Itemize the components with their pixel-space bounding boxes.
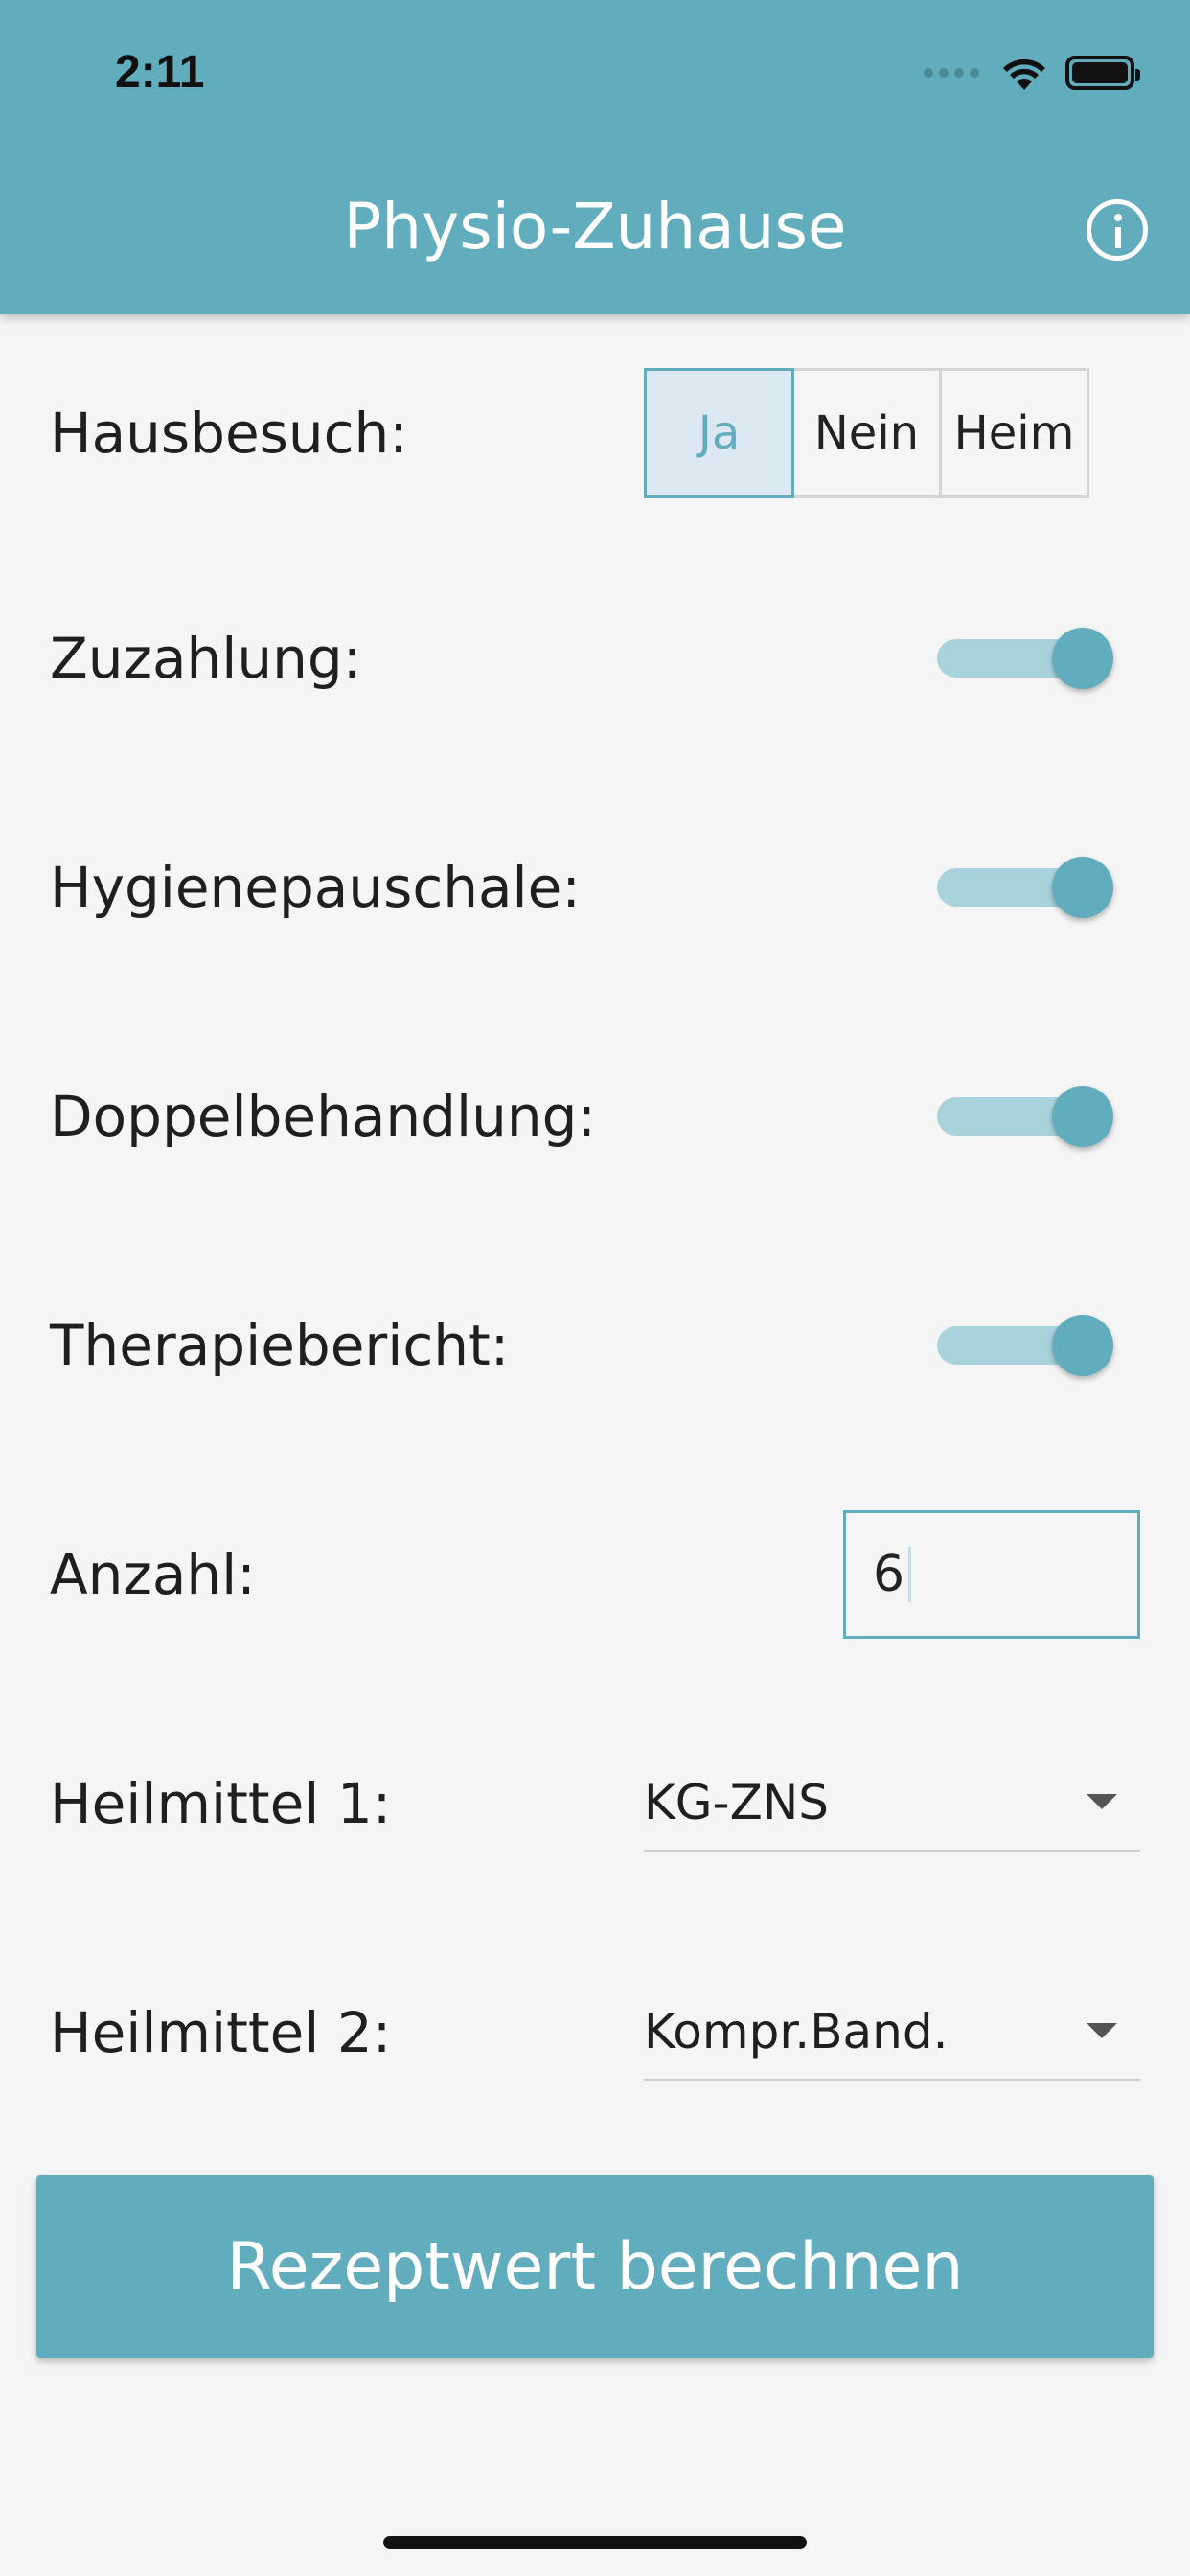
wifi-icon (1003, 58, 1045, 90)
hygienepauschale-row: Hygienepauschale: (0, 820, 1190, 954)
calculate-button[interactable]: Rezeptwert berechnen (36, 2175, 1154, 2358)
doppelbehandlung-row: Doppelbehandlung: (0, 1049, 1190, 1184)
anzahl-label: Anzahl: (50, 1542, 256, 1607)
hausbesuch-segmented-control: Ja Nein Heim (644, 368, 1089, 498)
therapiebericht-label: Therapiebericht: (50, 1313, 510, 1378)
zuzahlung-row: Zuzahlung: (0, 591, 1190, 725)
toggle-thumb (1052, 1315, 1113, 1376)
hygienepauschale-label: Hygienepauschale: (50, 855, 581, 920)
segment-heim[interactable]: Heim (939, 368, 1089, 498)
status-time: 2:11 (115, 47, 205, 98)
home-indicator[interactable] (383, 2536, 807, 2549)
chevron-down-icon (1087, 2023, 1117, 2038)
heilmittel2-label: Heilmittel 2: (50, 2000, 392, 2065)
heilmittel2-row: Heilmittel 2: Kompr.Band. (0, 1966, 1190, 2100)
chevron-down-icon (1087, 1794, 1117, 1809)
heilmittel2-select[interactable]: Kompr.Band. (644, 1985, 1140, 2081)
heilmittel1-row: Heilmittel 1: KG-ZNS (0, 1736, 1190, 1871)
doppelbehandlung-toggle[interactable] (937, 1086, 1113, 1147)
battery-icon (1065, 56, 1140, 90)
heilmittel1-value: KG-ZNS (644, 1775, 829, 1830)
text-caret (908, 1547, 912, 1602)
anzahl-value: 6 (873, 1546, 905, 1603)
hygienepauschale-toggle[interactable] (937, 857, 1113, 918)
heilmittel2-value: Kompr.Band. (644, 2004, 949, 2059)
hausbesuch-row: Hausbesuch: Ja Nein Heim (0, 366, 1190, 500)
info-icon[interactable] (1087, 199, 1148, 261)
therapiebericht-toggle[interactable] (937, 1315, 1113, 1376)
therapiebericht-row: Therapiebericht: (0, 1278, 1190, 1413)
anzahl-input[interactable]: 6 (843, 1510, 1140, 1639)
segment-nein[interactable]: Nein (791, 368, 942, 498)
anzahl-row: Anzahl: 6 (0, 1507, 1190, 1642)
status-icons (924, 52, 1140, 94)
toggle-thumb (1052, 857, 1113, 918)
heilmittel1-select[interactable]: KG-ZNS (644, 1756, 1140, 1852)
heilmittel1-label: Heilmittel 1: (50, 1771, 392, 1836)
signal-icon (924, 68, 979, 78)
doppelbehandlung-label: Doppelbehandlung: (50, 1084, 596, 1149)
app-header: 2:11 Physio-Zuhause (0, 0, 1190, 314)
hausbesuch-label: Hausbesuch: (50, 401, 408, 466)
toggle-thumb (1052, 628, 1113, 689)
zuzahlung-toggle[interactable] (937, 628, 1113, 689)
zuzahlung-label: Zuzahlung: (50, 626, 362, 691)
toggle-thumb (1052, 1086, 1113, 1147)
page-title: Physio-Zuhause (343, 190, 847, 264)
segment-ja[interactable]: Ja (644, 368, 794, 498)
